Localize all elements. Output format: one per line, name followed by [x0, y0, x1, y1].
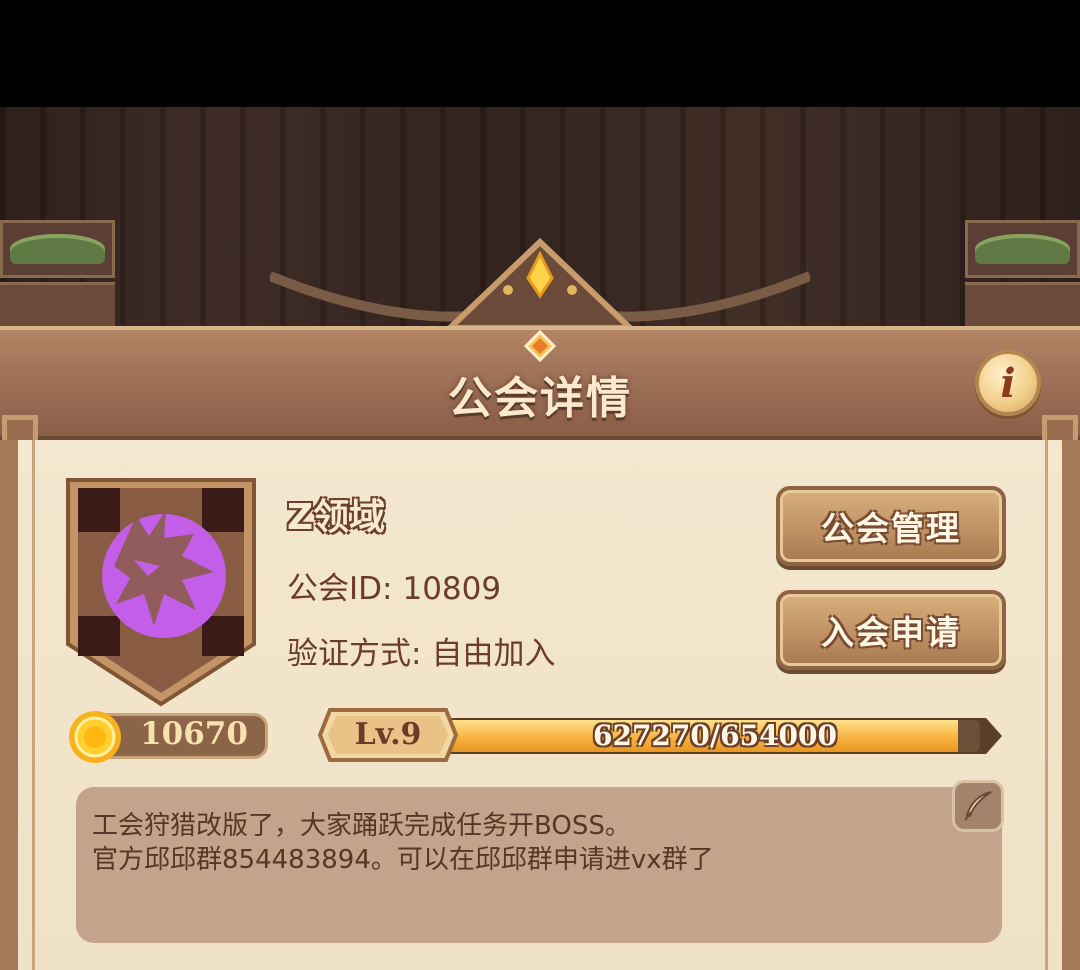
left-pillar-ornament [0, 220, 115, 330]
guild-level: Lv.9 [354, 717, 422, 752]
wolf-shield-icon [66, 478, 256, 707]
guild-notice: 工会狩猎改版了，大家踊跃完成任务开BOSS。 官方邱邱群854483894。可以… [76, 787, 1002, 943]
guild-funds-value: 10670 [140, 716, 248, 752]
notice-line: 工会狩猎改版了，大家踊跃完成任务开BOSS。 [92, 811, 631, 841]
info-button[interactable]: i [975, 350, 1041, 416]
join-requests-button[interactable]: 入会申请 [776, 590, 1006, 670]
right-pillar-ornament [965, 220, 1080, 330]
guild-id-value: 10809 [402, 571, 502, 607]
guild-id-label: 公会ID: [287, 571, 393, 607]
xp-progress-text: 627270/654000 [592, 719, 837, 752]
notice-line: 官方邱邱群854483894。可以在邱邱群申请进vx群了 [92, 845, 714, 875]
info-icon: i [1000, 359, 1016, 407]
guild-details-screen: 公会详情 i Z领域 公会ID: 10809 验证方式: 自由加入 公会管理 入会申… [0, 0, 1080, 970]
guild-manage-button[interactable]: 公会管理 [776, 486, 1006, 566]
sun-coin-icon [69, 711, 121, 763]
gem-ornament-icon [524, 330, 556, 362]
guild-id-row: 公会ID: 10809 [287, 563, 501, 608]
quill-icon [964, 791, 992, 821]
verify-method-value: 自由加入 [431, 636, 556, 672]
verify-method-label: 验证方式: [287, 636, 422, 672]
verify-method-row: 验证方式: 自由加入 [287, 628, 555, 673]
page-title: 公会详情 [448, 373, 632, 424]
guild-name: Z领域 [287, 497, 386, 538]
edit-notice-button[interactable] [952, 780, 1004, 832]
